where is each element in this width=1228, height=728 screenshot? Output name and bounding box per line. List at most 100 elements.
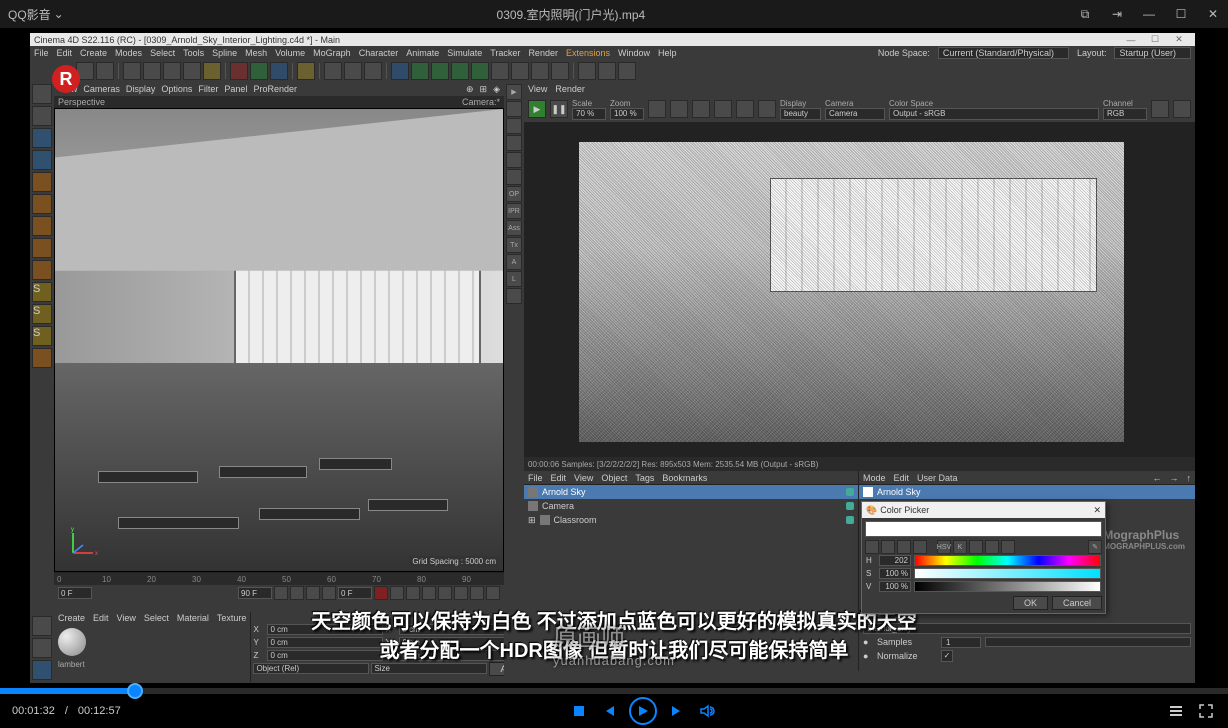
tool-icon[interactable] <box>32 172 52 192</box>
tool-icon[interactable] <box>598 62 616 80</box>
vp-tab[interactable]: Filter <box>198 84 218 94</box>
autokey-button[interactable] <box>390 586 404 600</box>
snap-icon[interactable]: S <box>32 282 52 302</box>
pos-z-input[interactable] <box>267 650 383 661</box>
arnold-ass-icon[interactable]: Ass <box>506 220 522 236</box>
obj-menu[interactable]: Tags <box>635 473 654 483</box>
player-seekbar[interactable] <box>0 688 1228 694</box>
nav-up-icon[interactable]: ↑ <box>1187 473 1192 483</box>
tool-icon[interactable] <box>32 260 52 280</box>
enqueue-icon[interactable]: ⇥ <box>1110 7 1124 21</box>
camera-dropdown[interactable]: Camera <box>825 108 885 120</box>
tl-button[interactable] <box>406 586 420 600</box>
obj-menu[interactable]: Object <box>601 473 627 483</box>
tl-button[interactable] <box>454 586 468 600</box>
tool-icon[interactable] <box>183 62 201 80</box>
cp-mode-button[interactable] <box>913 540 927 554</box>
menu-file[interactable]: File <box>34 48 49 58</box>
pos-x-input[interactable] <box>267 624 383 635</box>
tool-icon[interactable] <box>32 660 52 680</box>
close-icon[interactable]: ✕ <box>1093 505 1101 516</box>
seek-handle[interactable] <box>127 683 143 699</box>
arnold-l-icon[interactable]: L <box>506 271 522 287</box>
record-button[interactable] <box>374 586 388 600</box>
render-view-button[interactable] <box>324 62 342 80</box>
minimize-icon[interactable]: — <box>1142 7 1156 21</box>
tool-icon[interactable] <box>491 62 509 80</box>
interior-dropdown[interactable]: interior_only <box>863 623 1191 634</box>
mat-menu[interactable]: Material <box>177 613 209 623</box>
menu-simulate[interactable]: Simulate <box>447 48 482 58</box>
tl-button[interactable] <box>422 586 436 600</box>
ipr-play-button[interactable]: ▶ <box>528 100 546 118</box>
arnold-icon[interactable] <box>506 169 522 185</box>
eyedropper-icon[interactable]: ✎ <box>1088 540 1102 554</box>
c4d-maximize-icon[interactable]: ☐ <box>1143 34 1167 45</box>
tl-button[interactable] <box>438 586 452 600</box>
nav-icon[interactable]: ◈ <box>493 84 500 95</box>
start-frame-input[interactable] <box>58 587 92 599</box>
tool-icon[interactable] <box>32 348 52 368</box>
obj-menu[interactable]: View <box>574 473 593 483</box>
material-preview[interactable] <box>58 628 86 656</box>
tool-icon[interactable] <box>32 150 52 170</box>
prev-button[interactable] <box>599 701 619 721</box>
menu-mesh[interactable]: Mesh <box>245 48 267 58</box>
spline-icon[interactable] <box>411 62 429 80</box>
cp-h-input[interactable] <box>879 555 911 566</box>
display-dropdown[interactable]: beauty <box>780 108 821 120</box>
snapshot-button[interactable] <box>1151 100 1169 118</box>
color-swatch[interactable] <box>865 521 1102 537</box>
menu-volume[interactable]: Volume <box>275 48 305 58</box>
scale-tool[interactable] <box>143 62 161 80</box>
tree-item-arnold-sky[interactable]: Arnold Sky <box>524 485 858 499</box>
menu-spline[interactable]: Spline <box>212 48 237 58</box>
redo-button[interactable] <box>96 62 114 80</box>
attr-menu[interactable]: User Data <box>917 473 958 483</box>
tool-icon[interactable] <box>297 62 315 80</box>
axis-x-icon[interactable] <box>230 62 248 80</box>
arnold-icon[interactable]: ▶ <box>506 84 522 100</box>
tool-icon[interactable] <box>32 84 52 104</box>
play-back-button[interactable] <box>290 586 304 600</box>
menu-tracker[interactable]: Tracker <box>490 48 520 58</box>
mat-menu[interactable]: Texture <box>217 613 247 623</box>
maximize-icon[interactable]: ☐ <box>1174 7 1188 21</box>
menu-animate[interactable]: Animate <box>406 48 439 58</box>
cp-mode-hsv[interactable]: HSV <box>937 540 951 554</box>
play-button[interactable] <box>629 697 657 725</box>
volume-button[interactable] <box>697 701 717 721</box>
colorspace-dropdown[interactable]: Output - sRGB <box>889 108 1099 120</box>
menu-create[interactable]: Create <box>80 48 107 58</box>
nurbs-icon[interactable] <box>431 62 449 80</box>
ipr-pause-button[interactable]: ❚❚ <box>550 100 568 118</box>
mat-menu[interactable]: Create <box>58 613 85 623</box>
tool-icon[interactable] <box>32 106 52 126</box>
ok-button[interactable]: OK <box>1013 596 1048 610</box>
vp-tab[interactable]: ProRender <box>253 84 297 94</box>
ipr-button[interactable] <box>648 100 666 118</box>
render-button[interactable] <box>364 62 382 80</box>
light-icon[interactable] <box>618 62 636 80</box>
channel-dropdown[interactable]: RGB <box>1103 108 1147 120</box>
object-rel-dropdown[interactable] <box>253 663 369 674</box>
nav-fwd-icon[interactable]: → <box>1170 473 1179 483</box>
cancel-button[interactable]: Cancel <box>1052 596 1102 610</box>
tool-icon[interactable] <box>578 62 596 80</box>
vp-tab[interactable]: Panel <box>224 84 247 94</box>
vp-tab[interactable]: Cameras <box>83 84 120 94</box>
vp-tab[interactable]: Display <box>126 84 156 94</box>
cp-mode-button[interactable] <box>985 540 999 554</box>
visibility-dot[interactable] <box>846 502 854 510</box>
menu-character[interactable]: Character <box>359 48 399 58</box>
axis-z-icon[interactable] <box>270 62 288 80</box>
ipr-render-view[interactable] <box>524 122 1195 457</box>
size-mode-dropdown[interactable] <box>371 663 487 674</box>
obj-menu[interactable]: File <box>528 473 543 483</box>
cp-mode-button[interactable] <box>1001 540 1015 554</box>
tool-icon[interactable] <box>32 616 52 636</box>
tool-icon[interactable] <box>32 638 52 658</box>
tool-icon[interactable] <box>32 216 52 236</box>
cp-mode-k[interactable]: K <box>953 540 967 554</box>
cp-mode-button[interactable] <box>865 540 879 554</box>
